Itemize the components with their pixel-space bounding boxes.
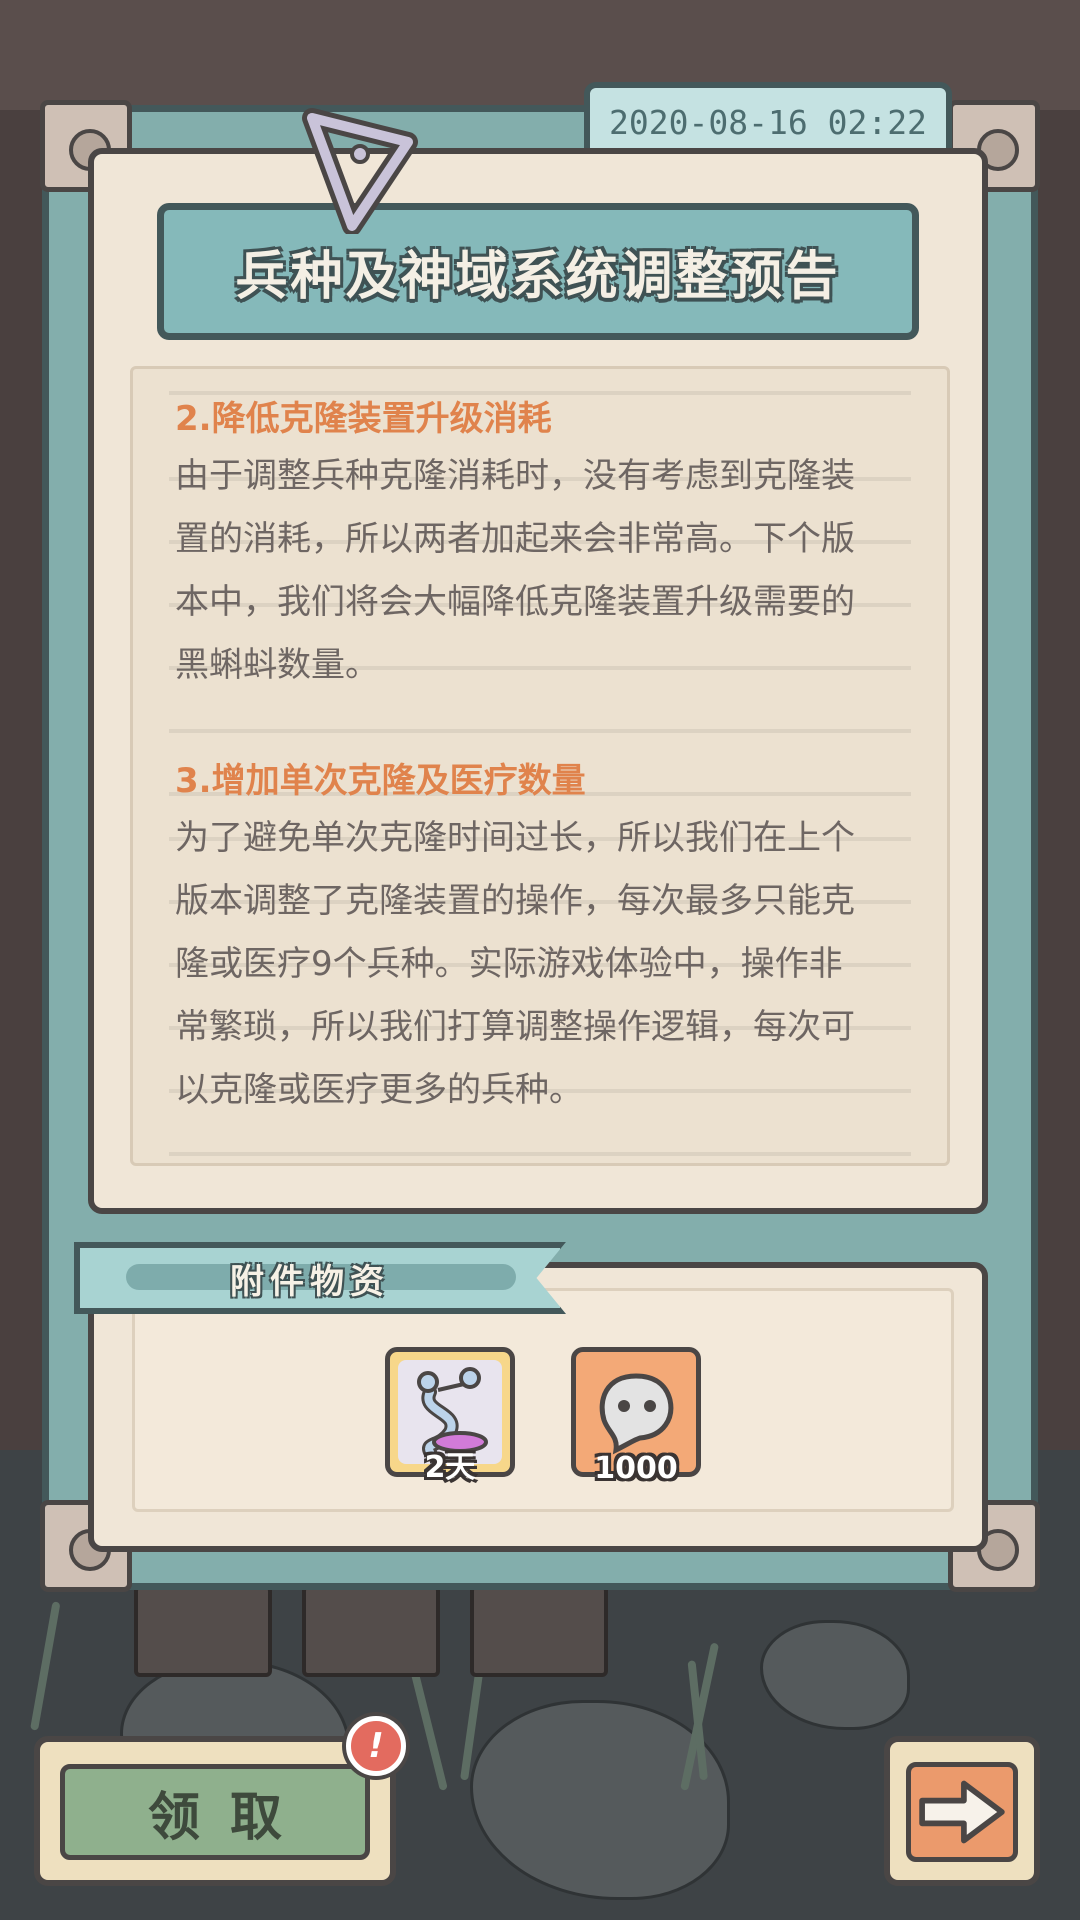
arrow-right-icon <box>919 1780 1005 1844</box>
claim-label: 领取 <box>147 1787 312 1848</box>
attachments-label: 附件物资 <box>230 1261 390 1302</box>
section-heading: 3.增加单次克隆及医疗数量 <box>175 761 586 801</box>
notice-section: 2.降低克隆装置升级消耗 由于调整兵种克隆消耗时，没有考虑到克隆装 置的消耗，所… <box>175 393 915 697</box>
body-line: 置的消耗，所以两者加起来会非常高。下个版 <box>175 519 855 559</box>
attachments-area <box>132 1288 954 1512</box>
item-count: 1000 <box>594 1451 678 1486</box>
next-button[interactable] <box>884 1736 1040 1886</box>
body-line: 本中，我们将会大幅降低克隆装置升级需要的 <box>175 582 855 622</box>
body-line: 黑蝌蚪数量。 <box>175 645 379 685</box>
notice-content[interactable]: 2.降低克隆装置升级消耗 由于调整兵种克隆消耗时，没有考虑到克隆装 置的消耗，所… <box>130 366 950 1166</box>
title-banner: 兵种及神域系统调整预告 <box>157 203 919 340</box>
body-line: 版本调整了克隆装置的操作，每次最多只能克 <box>175 881 855 921</box>
attachment-item[interactable]: 1000 <box>571 1347 701 1486</box>
item-count: 2天 <box>424 1450 476 1485</box>
attachment-item[interactable]: 2天 <box>385 1347 515 1485</box>
notice-section: 3.增加单次克隆及医疗数量 为了避免单次克隆时间过长，所以我们在上个 版本调整了… <box>175 755 915 1122</box>
body-line: 由于调整兵种克隆消耗时，没有考虑到克隆装 <box>175 456 855 496</box>
notice-title: 兵种及神域系统调整预告 <box>235 247 841 307</box>
body-line: 为了避免单次克隆时间过长，所以我们在上个 <box>175 818 855 858</box>
background-card <box>134 1585 272 1677</box>
next-button-face[interactable] <box>906 1762 1018 1862</box>
background-card <box>302 1585 440 1677</box>
section-heading: 2.降低克隆装置升级消耗 <box>175 399 552 439</box>
ruled-line <box>169 729 911 733</box>
body-line: 以克隆或医疗更多的兵种。 <box>175 1070 583 1110</box>
background-card <box>470 1585 608 1677</box>
body-line: 隆或医疗9个兵种。实际游戏体验中，操作非 <box>175 944 843 984</box>
attachments-ribbon: 附件物资 <box>74 1242 566 1314</box>
body-line: 常繁琐，所以我们打算调整操作逻辑，每次可 <box>175 1007 855 1047</box>
alert-badge: ! <box>346 1716 406 1776</box>
claim-button-face[interactable]: 领取 <box>60 1764 370 1860</box>
triangle-emblem-icon <box>302 108 418 234</box>
claim-button[interactable]: 领取 <box>34 1736 396 1886</box>
section-body: 为了避免单次克隆时间过长，所以我们在上个 版本调整了克隆装置的操作，每次最多只能… <box>175 807 915 1122</box>
section-body: 由于调整兵种克隆消耗时，没有考虑到克隆装 置的消耗，所以两者加起来会非常高。下个… <box>175 445 915 697</box>
ruled-line <box>169 1152 911 1156</box>
